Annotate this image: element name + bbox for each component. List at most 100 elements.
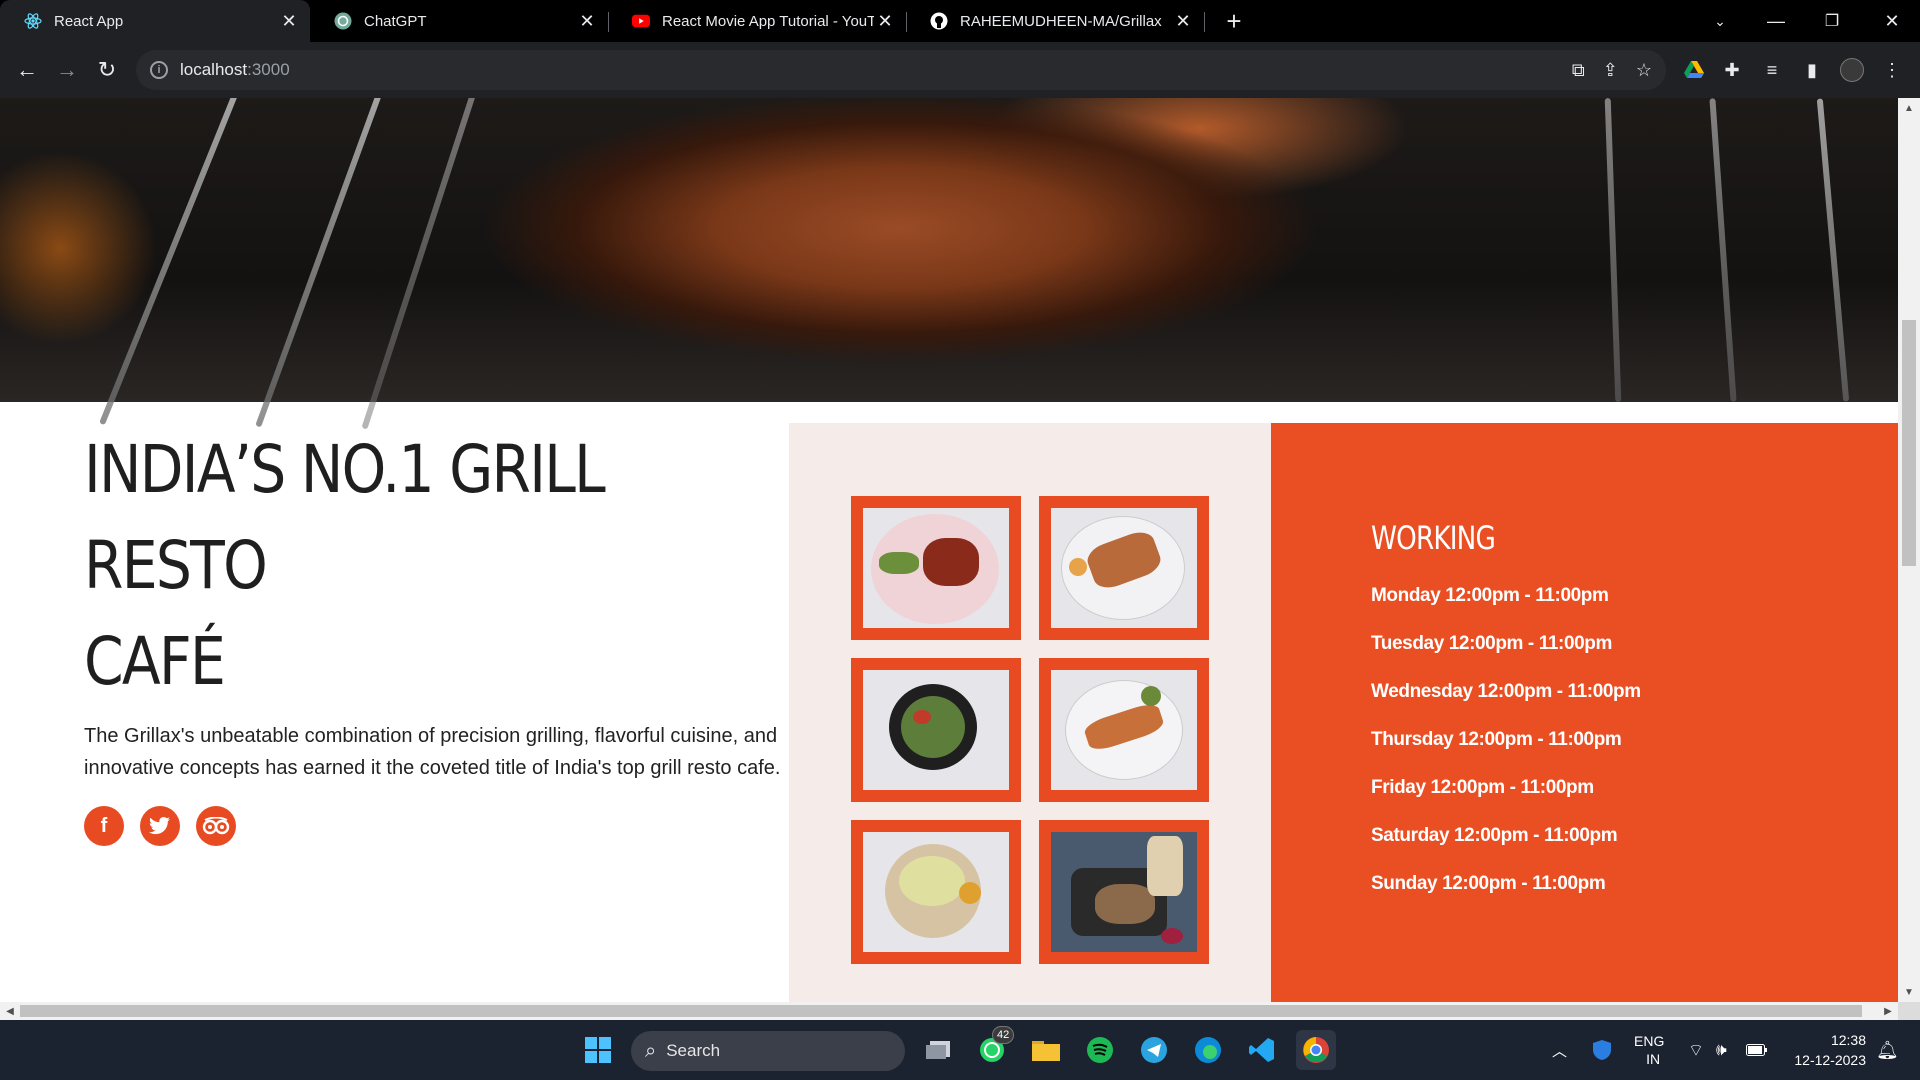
taskbar-search-label: Search — [666, 1041, 721, 1060]
scroll-down-arrow-icon[interactable]: ▼ — [1898, 982, 1920, 1002]
edge-icon[interactable] — [1188, 1030, 1228, 1070]
food-image-4[interactable] — [1039, 658, 1209, 802]
tab-search-chevron-icon[interactable]: ⌄ — [1692, 0, 1748, 42]
new-tab-button[interactable]: + — [1218, 6, 1250, 36]
profile-avatar[interactable] — [1838, 56, 1866, 84]
scroll-left-arrow-icon[interactable]: ◀ — [0, 1002, 20, 1020]
browser-menu-icon[interactable]: ⋮ — [1878, 56, 1906, 84]
working-hours-panel: WORKING Monday 12:00pm - 11:00pm Tuesday… — [1271, 423, 1898, 1002]
tab-github[interactable]: RAHEEMUDHEEN-MA/Grillax ✕ — [906, 0, 1204, 42]
grill-bar — [1604, 98, 1622, 403]
page-viewport: INDIA’S NO.1 GRILL RESTO CAFÉ The Grilla… — [0, 98, 1898, 1002]
hours-sunday: Sunday 12:00pm - 11:00pm — [1371, 873, 1606, 894]
horizontal-scroll-thumb[interactable] — [20, 1005, 1862, 1017]
food-photo — [1051, 670, 1197, 790]
chrome-icon[interactable] — [1296, 1030, 1336, 1070]
tab-separator — [1204, 12, 1205, 32]
food-gallery — [789, 423, 1271, 1002]
spotify-icon[interactable] — [1080, 1030, 1120, 1070]
horizontal-scrollbar[interactable]: ◀ ▶ — [0, 1002, 1898, 1020]
whatsapp-badge: 42 — [992, 1026, 1015, 1044]
address-bar[interactable]: i localhost:3000 ⧉ ⇪ ☆ — [136, 50, 1666, 90]
grill-bar — [1816, 98, 1850, 402]
tab-youtube[interactable]: React Movie App Tutorial - YouT ✕ — [608, 0, 906, 42]
forward-button[interactable]: → — [50, 53, 84, 87]
tab-title: RAHEEMUDHEEN-MA/Grillax — [960, 12, 1162, 30]
tab-react-app[interactable]: React App ✕ — [0, 0, 310, 42]
region-code: IN — [1646, 1051, 1661, 1067]
working-hours-title: WORKING — [1371, 519, 1496, 557]
grill-bar — [361, 98, 485, 430]
about-section: INDIA’S NO.1 GRILL RESTO CAFÉ The Grilla… — [84, 422, 784, 846]
notification-bell-icon[interactable]: 🔔︎ — [1876, 1020, 1899, 1080]
close-tab-icon[interactable]: ✕ — [1172, 10, 1194, 32]
battery-icon[interactable] — [1746, 1020, 1768, 1080]
vertical-scrollbar[interactable]: ▲ ▼ — [1898, 98, 1920, 1002]
back-button[interactable]: ← — [10, 53, 44, 87]
github-icon — [930, 12, 948, 30]
taskbar-search-box[interactable]: ⌕ Search — [631, 1031, 905, 1071]
search-icon: ⌕ — [645, 1039, 657, 1062]
food-image-5[interactable] — [851, 820, 1021, 964]
title-line-1: INDIA’S NO.1 GRILL RESTO — [84, 431, 606, 604]
url-host: localhost — [180, 60, 248, 79]
wifi-icon[interactable]: ⌔ — [1688, 1020, 1704, 1080]
google-drive-icon[interactable] — [1680, 56, 1708, 84]
scroll-up-arrow-icon[interactable]: ▲ — [1898, 98, 1920, 118]
food-image-3[interactable] — [851, 658, 1021, 802]
side-panel-icon[interactable]: ▮ — [1798, 56, 1826, 84]
chatgpt-icon — [334, 12, 352, 30]
youtube-icon — [632, 12, 650, 30]
clock[interactable]: 12:38 12-12-2023 — [1784, 1020, 1866, 1080]
language-code: ENG — [1634, 1033, 1665, 1049]
reload-button[interactable]: ↻ — [90, 53, 124, 87]
tab-chatgpt[interactable]: ChatGPT ✕ — [310, 0, 608, 42]
food-photo — [1051, 508, 1197, 628]
grill-bar — [1709, 98, 1737, 402]
browser-toolbar: ← → ↻ i localhost:3000 ⧉ ⇪ ☆ ✚ ≡ ▮ ⋮ — [0, 42, 1920, 98]
food-image-6[interactable] — [1039, 820, 1209, 964]
food-image-2[interactable] — [1039, 496, 1209, 640]
hero-grill-image — [0, 98, 1898, 430]
reading-list-icon[interactable]: ≡ — [1758, 56, 1786, 84]
hours-saturday: Saturday 12:00pm - 11:00pm — [1371, 825, 1618, 846]
food-photo — [863, 670, 1009, 790]
task-view-icon[interactable] — [918, 1030, 958, 1070]
minimize-button[interactable]: — — [1748, 0, 1804, 42]
bookmark-star-icon[interactable]: ☆ — [1636, 60, 1652, 81]
food-photo — [863, 832, 1009, 952]
whatsapp-icon[interactable]: 42 — [972, 1026, 1015, 1070]
tripadvisor-icon[interactable] — [196, 806, 236, 846]
site-info-icon[interactable]: i — [150, 61, 168, 79]
show-hidden-icons-chevron-icon[interactable]: ︿ — [1552, 1020, 1567, 1080]
about-description: The Grillax's unbeatable combination of … — [84, 725, 781, 779]
volume-icon[interactable]: 🕪 — [1716, 1020, 1727, 1080]
twitter-icon[interactable] — [140, 806, 180, 846]
language-indicator[interactable]: ENG IN — [1634, 1020, 1664, 1080]
scrollbar-corner — [1898, 1002, 1920, 1020]
tab-title: ChatGPT — [364, 12, 427, 30]
close-tab-icon[interactable]: ✕ — [576, 10, 598, 32]
react-icon — [24, 12, 42, 30]
close-tab-icon[interactable]: ✕ — [278, 10, 300, 32]
file-explorer-icon[interactable] — [1026, 1030, 1066, 1070]
restore-button[interactable]: ❐ — [1804, 0, 1860, 42]
social-links: f — [84, 806, 784, 846]
scroll-right-arrow-icon[interactable]: ▶ — [1878, 1002, 1898, 1020]
share-icon[interactable]: ⇪ — [1603, 60, 1618, 81]
telegram-icon[interactable] — [1134, 1030, 1174, 1070]
facebook-icon[interactable]: f — [84, 806, 124, 846]
windows-start-icon[interactable] — [578, 1030, 618, 1070]
omnibox-actions: ⧉ ⇪ ☆ — [1572, 50, 1652, 90]
close-tab-icon[interactable]: ✕ — [874, 10, 896, 32]
close-window-button[interactable]: ✕ — [1864, 0, 1920, 42]
food-photo — [863, 508, 1009, 628]
open-in-app-icon[interactable]: ⧉ — [1572, 60, 1585, 81]
grill-bar — [99, 98, 247, 426]
vertical-scroll-thumb[interactable] — [1902, 320, 1916, 566]
title-line-2: CAFÉ — [84, 623, 226, 700]
extensions-puzzle-icon[interactable]: ✚ — [1718, 56, 1746, 84]
security-shield-icon[interactable] — [1592, 1020, 1612, 1080]
food-image-1[interactable] — [851, 496, 1021, 640]
vscode-icon[interactable] — [1242, 1030, 1282, 1070]
